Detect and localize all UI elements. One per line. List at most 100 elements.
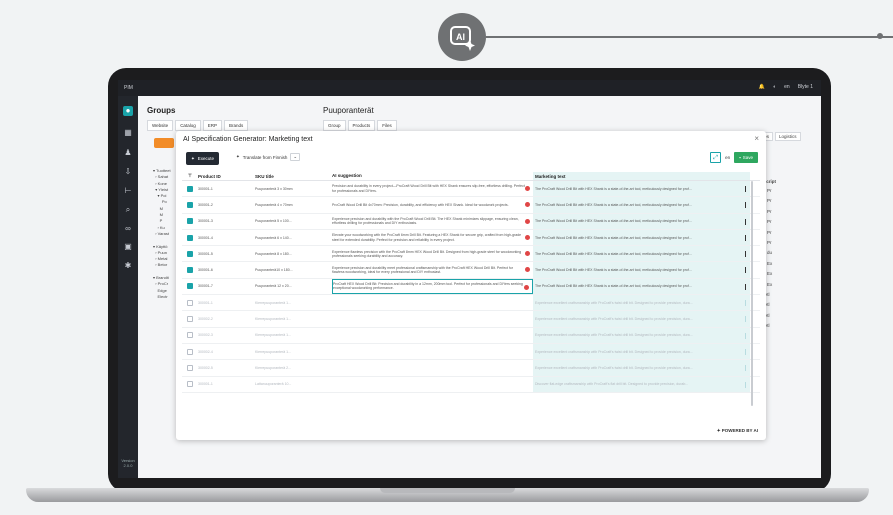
ai-suggestion-cell[interactable]: Experience precision and durability with… — [332, 214, 533, 229]
table-row[interactable]: 300001-7 Puuporanterä 12 x 20... ProCraft … — [182, 278, 760, 296]
bell-icon[interactable]: 🔔 — [759, 84, 765, 90]
product-id: 300002-2 — [198, 317, 213, 322]
filter-icon[interactable]: ⊤ — [182, 173, 198, 179]
row-checkbox[interactable] — [187, 250, 193, 257]
marketing-text-cell[interactable]: The ProCraft Wood Drill Bit with HEX Sha… — [533, 181, 750, 197]
marketing-text-cell[interactable]: Experience excellent craftsmanship with … — [533, 311, 750, 327]
tab-catalog[interactable]: Catalog — [175, 120, 201, 131]
new-button[interactable] — [154, 138, 174, 148]
language-dropdown[interactable]: en — [725, 155, 730, 160]
marketing-text-cell[interactable]: The ProCraft Wood Drill Bit with HEX Sha… — [533, 213, 750, 229]
ai-suggestion-cell[interactable] — [332, 344, 533, 359]
ai-suggestion-cell[interactable]: Experience precision and durability meet… — [332, 262, 533, 277]
ai-suggestion-cell[interactable]: Elevate your woodworking with the ProCra… — [332, 230, 533, 245]
marketing-text-cell[interactable]: Experience excellent craftsmanship with … — [533, 295, 750, 311]
user-menu[interactable]: Blyte 1 — [798, 84, 813, 90]
sidebar-image-icon[interactable]: ▣ — [123, 242, 133, 252]
row-checkbox[interactable] — [187, 267, 193, 274]
marketing-text-cell[interactable]: The ProCraft Wood Drill Bit with HEX Sha… — [533, 229, 750, 246]
tree-item[interactable]: › Varast — [153, 231, 171, 237]
tree-item[interactable]: Electr — [153, 294, 171, 300]
table-row[interactable]: 300002-2 Kierrepuuporanterä 1... Experienc… — [182, 311, 760, 328]
remove-icon[interactable] — [525, 186, 530, 191]
remove-icon[interactable] — [525, 218, 530, 224]
table-row[interactable]: 300002-3 Kierrepuuporanterä 1... Experienc… — [182, 327, 760, 344]
row-checkbox[interactable] — [187, 332, 193, 339]
sidebar-settings-icon[interactable]: ✱ — [123, 261, 133, 271]
tab-logistics[interactable]: Logistics — [775, 132, 801, 141]
marketing-text-cell[interactable]: The ProCraft Wood Drill Bit with HEX Sha… — [533, 197, 750, 213]
sidebar-users-icon[interactable]: ♟ — [123, 148, 133, 158]
row-checkbox[interactable] — [187, 185, 193, 192]
ai-suggestion-cell[interactable]: Precision and durability in every projec… — [332, 181, 533, 196]
marketing-text-cell[interactable]: Experience excellent craftsmanship with … — [533, 360, 750, 376]
row-checkbox[interactable] — [187, 201, 193, 208]
text-cursor-icon — [744, 332, 746, 339]
ai-suggestion-cell[interactable] — [332, 377, 533, 392]
marketing-text-cell[interactable]: Experience excellent craftsmanship with … — [533, 327, 750, 343]
language-selector[interactable]: en — [784, 84, 790, 90]
tree-item[interactable]: › ProCr — [153, 281, 171, 287]
table-row[interactable]: 300001-1 Puuporanterä 3 x 30mm Precision a… — [182, 181, 760, 198]
save-button[interactable]: ▪ Save — [734, 152, 758, 163]
table-row[interactable]: 300002-4 Kierrepuuporanterä 1... Experienc… — [182, 343, 760, 361]
ai-suggestion-cell[interactable]: Experience flawless precision with the P… — [332, 246, 533, 261]
execute-button[interactable]: ✦ Execute — [186, 152, 220, 165]
sidebar-home-icon[interactable]: ● — [123, 106, 133, 116]
tab-products[interactable]: Products — [347, 120, 376, 131]
product-id: 300001-7 — [198, 284, 213, 289]
row-checkbox[interactable] — [187, 283, 193, 290]
close-icon[interactable]: × — [754, 134, 759, 143]
remove-icon[interactable] — [525, 202, 530, 208]
toggle-icon[interactable]: ◐ — [773, 84, 776, 90]
ai-suggestion-cell[interactable]: ProCraft HEX Wood Drill Bit: Precision a… — [332, 278, 533, 295]
marketing-text-cell[interactable]: Discover flat-edge craftsmanship with Pr… — [533, 376, 750, 392]
sku-title: Puuporanterä 6 x 140... — [255, 235, 292, 240]
sidebar-products-icon[interactable]: ▦ — [123, 128, 133, 138]
table-row[interactable]: 300001-1 Lattanuuporanterä 10... Discover … — [182, 376, 760, 393]
ai-suggestion-cell[interactable] — [332, 295, 533, 310]
row-checkbox[interactable] — [187, 316, 193, 323]
remove-icon[interactable] — [525, 267, 530, 273]
marketing-text-cell[interactable]: The ProCraft Wood Drill Bit with HEX Sha… — [533, 246, 750, 262]
table-row[interactable]: 300001-1 Kierrepuuporanterä 1... Experienc… — [182, 295, 760, 312]
sparkle-icon: ✦ — [191, 155, 195, 161]
tab-group[interactable]: Group — [323, 120, 346, 131]
translate-button[interactable]: ✦ Translate from Finnish ⌄ — [236, 153, 301, 161]
remove-icon[interactable] — [525, 251, 530, 257]
sidebar-link-icon[interactable]: ∞ — [123, 224, 133, 234]
marketing-text: Experience excellent craftsmanship with … — [535, 349, 693, 354]
remove-icon[interactable] — [525, 234, 530, 240]
scrollbar[interactable] — [751, 181, 753, 406]
expand-icon[interactable]: ⤢ — [710, 152, 722, 163]
row-checkbox[interactable] — [187, 364, 193, 371]
tab-brands[interactable]: Brands — [223, 120, 249, 131]
tab-erp[interactable]: ERP — [202, 120, 222, 131]
table-row[interactable]: 300001-6 Puuporanterä10 x 180... Experienc… — [182, 262, 760, 279]
marketing-text-cell[interactable]: The ProCraft Wood Drill Bit with HEX Sha… — [533, 278, 750, 295]
table-row[interactable]: 300001-5 Puuporanterä 8 x 180... Experienc… — [182, 246, 760, 263]
table-row[interactable]: 300002-5 Kierrepuuporanterä 2... Experienc… — [182, 360, 760, 377]
row-checkbox[interactable] — [187, 234, 193, 241]
table-row[interactable]: 300001-2 Puuporanterä 4 x 70mm ProCraft Wo… — [182, 197, 760, 214]
tab-website[interactable]: Website — [147, 120, 174, 131]
table-row[interactable]: 300001-3 Puuporanterä 5 x 100... Experienc… — [182, 213, 760, 230]
tab-files[interactable]: Files — [377, 120, 397, 131]
ai-suggestion-cell[interactable] — [332, 311, 533, 326]
sidebar-download-icon[interactable]: ⇩ — [123, 167, 133, 177]
ai-suggestion-cell[interactable] — [332, 360, 533, 375]
marketing-text-cell[interactable]: Experience excellent craftsmanship with … — [533, 343, 750, 360]
chevron-down-icon[interactable]: ⌄ — [290, 153, 301, 161]
row-checkbox[interactable] — [187, 381, 193, 388]
ai-suggestion-cell[interactable]: ProCraft Wood Drill Bit 4x70mm: Precisio… — [332, 197, 533, 212]
tree-item[interactable]: › Sahat — [153, 174, 171, 180]
remove-icon[interactable] — [524, 284, 529, 290]
row-checkbox[interactable] — [187, 218, 193, 225]
row-checkbox[interactable] — [187, 299, 193, 306]
row-checkbox[interactable] — [187, 348, 193, 355]
table-row[interactable]: 300001-4 Puuporanterä 6 x 140... Elevate y… — [182, 229, 760, 247]
sidebar-tree-icon[interactable]: ⊢ — [123, 186, 133, 196]
marketing-text-cell[interactable]: The ProCraft Wood Drill Bit with HEX Sha… — [533, 262, 750, 278]
sidebar-search-icon[interactable]: ⌕ — [123, 205, 133, 215]
ai-suggestion-cell[interactable] — [332, 328, 533, 343]
